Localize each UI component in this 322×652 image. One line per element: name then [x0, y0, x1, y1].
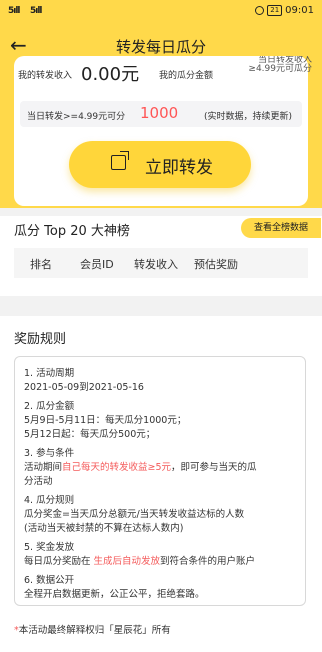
rule-line: 5月12日起：每天瓜分500元；	[24, 429, 156, 440]
signal-icon: 5ıll	[8, 6, 20, 16]
signal-icon-2: 5ıll	[30, 6, 42, 16]
battery-icon: 21	[267, 5, 283, 16]
rule-line: 6. 数据公开	[24, 575, 75, 586]
share-icon	[111, 155, 126, 170]
my-income-label: 我的转发收入	[18, 71, 73, 81]
col-share-income: 转发收入	[134, 258, 178, 271]
rule-line: 5月9日-5月11日：每天瓜分1000元；	[24, 415, 187, 426]
col-member-id: 会员ID	[80, 258, 114, 271]
share-condition-note: 当日转发收入 ≥4.99元可瓜分	[248, 56, 312, 74]
disclaimer-text: *本活动最终解释权归「星辰花」所有	[14, 625, 171, 636]
col-estimated-reward: 预估奖励	[194, 258, 238, 271]
col-rank: 排名	[30, 258, 52, 271]
rule-line: 4. 瓜分规则	[24, 495, 75, 506]
my-income-value: 0.00元	[81, 64, 140, 85]
rule-line: 每日瓜分奖励在 生成后自动发放到符合条件的用户账户	[24, 556, 256, 567]
rule-line: 2. 瓜分金额	[24, 401, 75, 412]
realtime-note: (实时数据，持续更新)	[204, 112, 293, 122]
rule-line: 分活动	[24, 476, 53, 487]
rules-title: 奖励规则	[14, 332, 67, 347]
share-now-label: 立即转发	[145, 158, 213, 178]
rules-box: 1. 活动周期 2021-05-09到2021-05-16 2. 瓜分金额 5月…	[14, 356, 306, 606]
leaderboard-section: 瓜分 Top 20 大神榜 查看全榜数据 排名 会员ID 转发收入 预估奖励	[0, 216, 322, 296]
rule-line: 3. 参与条件	[24, 448, 75, 459]
page-title: 转发每日瓜分	[115, 38, 206, 56]
pool-info-strip: 当日转发>=4.99元可分 1000 (实时数据，持续更新)	[20, 101, 302, 127]
rule-line: 5. 奖金发放	[24, 542, 75, 553]
rule-line: 2021-05-09到2021-05-16	[24, 382, 144, 393]
rule-line: 瓜分奖金=当天瓜分总额元/当天转发收益达标的人数	[24, 509, 245, 520]
status-bar: 5ıll 5ıll 21 09:01	[0, 0, 322, 24]
rule-line: 活动期间自己每天的转发收益≥5元，即可参与当天的瓜	[24, 462, 257, 473]
rule-line: 1. 活动周期	[24, 368, 75, 379]
share-now-button[interactable]: 立即转发	[69, 141, 251, 188]
threshold-text: 当日转发>=4.99元可分	[27, 112, 126, 122]
rule-line: (活动当天被封禁的不算在达标人数内)	[24, 523, 184, 534]
view-all-button[interactable]: 查看全榜数据	[241, 218, 321, 238]
leaderboard-title: 瓜分 Top 20 大神榜	[14, 224, 130, 239]
my-share-label: 我的瓜分金额	[159, 71, 214, 81]
pool-amount: 1000	[140, 104, 179, 122]
alarm-icon	[255, 6, 265, 15]
clock: 09:01	[285, 5, 314, 16]
rule-line: 全程开启数据更新，公正公平，拒绝套路。	[24, 589, 205, 600]
leaderboard-header: 排名 会员ID 转发收入 预估奖励	[14, 248, 308, 278]
rules-section: 奖励规则 1. 活动周期 2021-05-09到2021-05-16 2. 瓜分…	[0, 316, 322, 652]
